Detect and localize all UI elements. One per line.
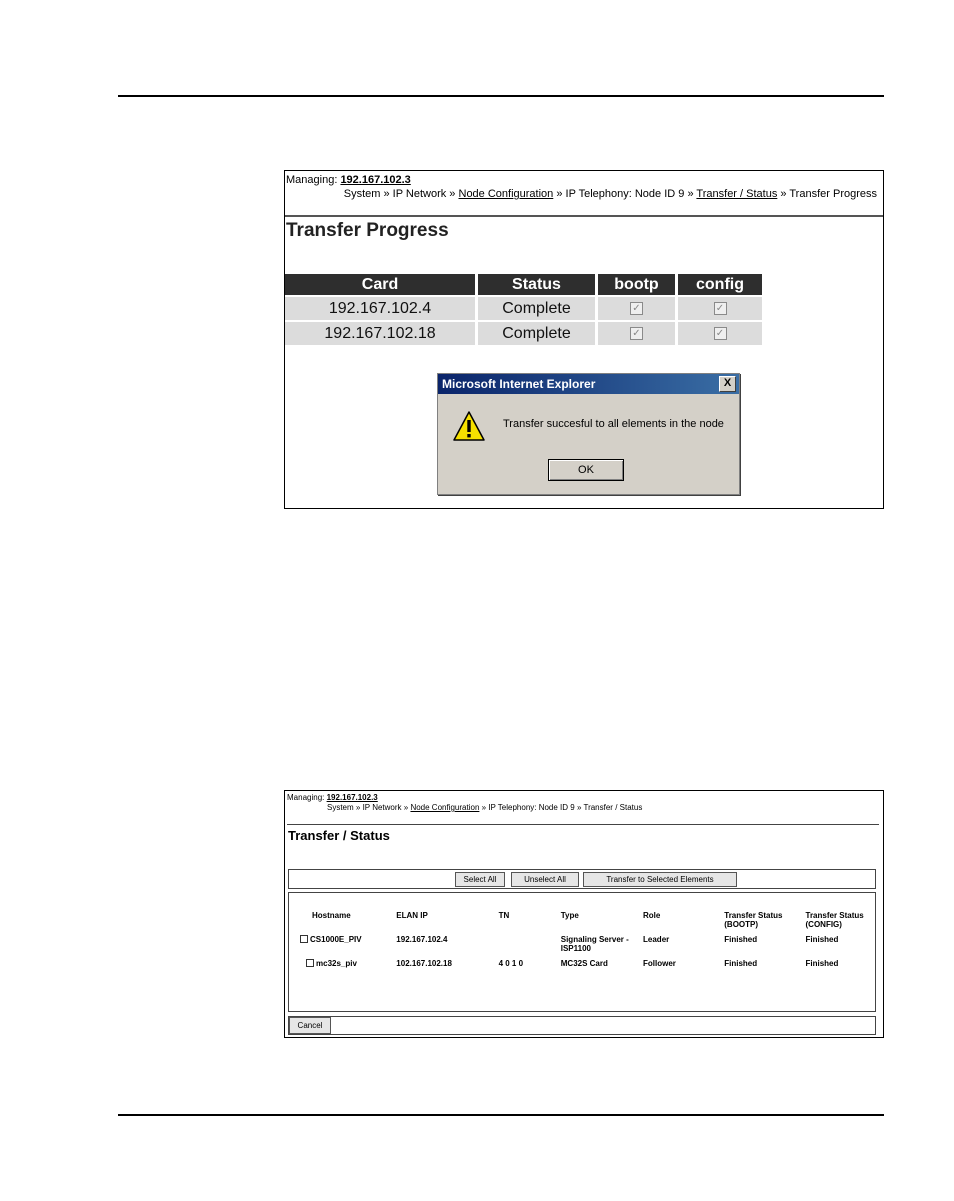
footer-rule	[118, 1114, 884, 1116]
bootp-checkbox: ✓	[630, 326, 643, 340]
crumb-separator: »	[556, 188, 563, 200]
action-toolbar: Select All Unselect All Transfer to Sele…	[288, 869, 876, 889]
hostname-cell: mc32s_piv	[294, 959, 396, 983]
elements-panel: Hostname ELAN IP TN Type Role Transfer S…	[288, 892, 876, 1012]
page-title: Transfer Progress	[286, 220, 449, 241]
managing-label: Managing:	[286, 174, 338, 186]
unselect-all-button[interactable]: Unselect All	[511, 872, 579, 887]
alert-dialog: Microsoft Internet Explorer X Transfer s…	[437, 373, 740, 495]
transfer-progress-table: Card Status bootp config 192.167.102.4 C…	[285, 274, 762, 345]
managing-ip-link[interactable]: 192.167.102.3	[327, 793, 378, 802]
managing-line: Managing: 192.167.102.3	[287, 793, 378, 802]
crumb-prefix: System » IP Network »	[327, 803, 409, 812]
table-row: CS1000E_PIV 192.167.102.4 Signaling Serv…	[294, 935, 875, 959]
crumb-node-configuration-link[interactable]: Node Configuration	[459, 188, 554, 200]
warning-icon	[452, 410, 486, 447]
column-header-transfer-status-config: Transfer Status (CONFIG)	[805, 911, 864, 929]
column-header-bootp: bootp	[598, 274, 678, 295]
transfer-status-screenshot: Managing: 192.167.102.3 System » IP Netw…	[284, 790, 884, 1038]
column-header-role: Role	[643, 911, 661, 920]
dialog-message: Transfer succesful to all elements in th…	[503, 418, 724, 430]
crumb-current: Transfer Progress	[789, 188, 877, 200]
column-header-elan-ip: ELAN IP	[396, 911, 428, 920]
column-header-tn: TN	[498, 911, 510, 920]
transfer-progress-screenshot: Managing: 192.167.102.3 System » IP Netw…	[284, 170, 884, 509]
dialog-title-bar: Microsoft Internet Explorer X	[438, 374, 739, 394]
dialog-title: Microsoft Internet Explorer	[442, 377, 596, 391]
title-divider	[285, 215, 883, 217]
table-header-row: Hostname ELAN IP TN Type Role Transfer S…	[294, 911, 875, 935]
column-header-card: Card	[285, 274, 478, 295]
ok-button[interactable]: OK	[548, 459, 624, 481]
elan-ip-cell: 102.167.102.18	[396, 959, 452, 968]
transfer-selected-button[interactable]: Transfer to Selected Elements	[583, 872, 737, 887]
managing-line: Managing: 192.167.102.3	[286, 174, 411, 186]
tn-cell: 4 0 1 0	[498, 959, 524, 968]
config-cell: ✓	[678, 320, 762, 345]
column-header-config: config	[678, 274, 762, 295]
select-all-button[interactable]: Select All	[455, 872, 505, 887]
managing-label: Managing:	[287, 793, 325, 802]
crumb-system: System »	[343, 188, 390, 200]
table-row: 192.167.102.18 Complete ✓ ✓	[285, 320, 762, 345]
column-header-status: Status	[478, 274, 598, 295]
column-header-hostname: Hostname	[312, 911, 351, 920]
tn-cell	[499, 935, 561, 959]
hostname-text: CS1000E_PIV	[310, 935, 362, 944]
bootp-status-cell: Finished	[724, 935, 758, 944]
status-cell: Complete	[478, 320, 598, 345]
table-row: mc32s_piv 102.167.102.18 4 0 1 0 MC32S C…	[294, 959, 875, 983]
table-row: 192.167.102.4 Complete ✓ ✓	[285, 295, 762, 320]
role-cell: Follower	[643, 959, 676, 968]
bootp-cell: ✓	[598, 295, 678, 320]
crumb-transfer-status-link[interactable]: Transfer / Status	[696, 188, 777, 200]
header-rule	[118, 95, 884, 97]
card-cell: 192.167.102.18	[285, 320, 478, 345]
title-divider	[287, 824, 879, 825]
hostname-cell: CS1000E_PIV	[294, 935, 396, 959]
bootp-status-cell: Finished	[724, 959, 758, 968]
breadcrumb: System » IP Network » Node Configuration…	[327, 803, 642, 812]
config-cell: ✓	[678, 295, 762, 320]
row-checkbox[interactable]	[300, 935, 308, 943]
breadcrumb: System » IP Network » Node Configuration…	[344, 188, 877, 200]
role-cell: Leader	[643, 935, 670, 944]
bootp-cell: ✓	[598, 320, 678, 345]
crumb-suffix: » IP Telephony: Node ID 9 » Transfer / S…	[481, 803, 643, 812]
crumb-ip-telephony: IP Telephony: Node ID 9 »	[565, 188, 694, 200]
cancel-button[interactable]: Cancel	[289, 1017, 331, 1034]
managing-ip-link[interactable]: 192.167.102.3	[340, 174, 410, 186]
elements-table: Hostname ELAN IP TN Type Role Transfer S…	[294, 911, 875, 983]
elan-ip-cell: 192.167.102.4	[396, 935, 448, 944]
footer-bar: Cancel	[288, 1016, 876, 1035]
type-cell: Signaling Server - ISP1100	[560, 935, 629, 953]
close-button[interactable]: X	[719, 376, 736, 392]
card-cell: 192.167.102.4	[285, 295, 478, 320]
config-checkbox: ✓	[713, 326, 727, 340]
type-cell: MC32S Card	[560, 959, 608, 968]
crumb-separator: »	[780, 188, 787, 200]
config-status-cell: Finished	[805, 935, 839, 944]
table-header-row: Card Status bootp config	[285, 274, 762, 295]
bootp-checkbox: ✓	[630, 301, 643, 315]
config-status-cell: Finished	[805, 959, 839, 968]
config-checkbox: ✓	[713, 301, 727, 315]
column-header-type: Type	[560, 911, 579, 920]
row-checkbox[interactable]	[306, 959, 314, 967]
status-cell: Complete	[478, 295, 598, 320]
hostname-text: mc32s_piv	[316, 959, 357, 968]
crumb-node-configuration-link[interactable]: Node Configuration	[410, 803, 479, 812]
page-title: Transfer / Status	[288, 828, 390, 843]
column-header-transfer-status-bootp: Transfer Status (BOOTP)	[724, 911, 783, 929]
crumb-ip-network: IP Network »	[392, 188, 456, 200]
